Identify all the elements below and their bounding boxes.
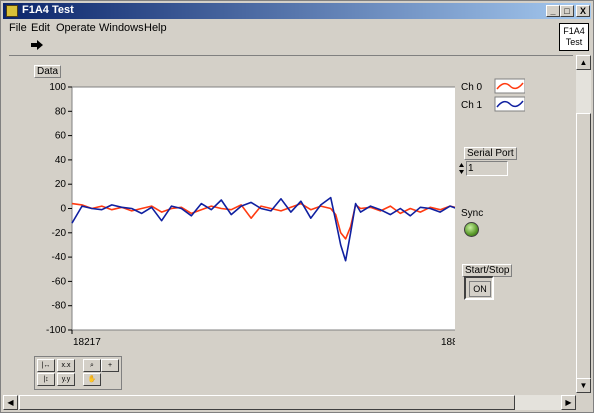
x-autoscale-button[interactable]: |↔ [37,359,55,372]
scroll-right-arrow-icon[interactable]: ▶ [561,395,576,410]
scroll-up-arrow-icon[interactable]: ▲ [576,55,591,70]
y-tick-label: -20 [52,228,67,239]
plot-legend: Ch 0 Ch 1 [461,78,525,112]
graph-label: Data [34,65,62,78]
x-end-label: 18817 [441,337,455,348]
horizontal-scroll-thumb[interactable] [19,395,515,410]
cursor-crosshair-icon[interactable]: + [101,359,119,372]
minimize-button[interactable]: _ [546,5,560,17]
sync-led-indicator [464,222,479,237]
menu-operate[interactable]: Operate [56,22,96,34]
app-icon [6,5,18,17]
vertical-scrollbar[interactable]: ▲ ▼ [576,55,591,393]
menu-file[interactable]: File [9,22,27,34]
y-tick-label: 40 [55,155,67,166]
menu-help[interactable]: Help [144,22,167,34]
y-tick-label: 0 [60,204,66,215]
horizontal-scrollbar[interactable]: ◀ ▶ [3,395,576,410]
y-tick-label: -40 [52,252,67,263]
close-button[interactable]: X [576,5,590,17]
serial-port-control[interactable]: 1 [458,161,508,176]
x-start-label: 18217 [73,337,101,348]
y-format-button[interactable]: y.y [57,373,75,386]
vi-icon-line1: F1A4 [563,26,585,36]
x-format-button[interactable]: x.x [57,359,75,372]
y-tick-label: -60 [52,276,67,287]
pan-hand-icon[interactable]: ✋ [83,373,101,386]
maximize-button[interactable]: □ [560,5,574,17]
window-title: F1A4 Test [22,4,74,16]
graph-palette: |↔ x.x |↕ y.y ⌕ + ✋ [34,356,122,390]
application-window: F1A4 Test _ □ X File Edit Operate Window… [0,0,594,413]
run-arrow-icon[interactable] [30,39,44,51]
menu-edit[interactable]: Edit [31,22,50,34]
legend-ch1-label: Ch 1 [461,100,483,111]
serial-port-label: Serial Port [464,147,517,160]
y-tick-label: 100 [49,82,66,93]
vi-icon: F1A4 Test [559,23,589,51]
menu-windows[interactable]: Windows [99,22,144,34]
increment-arrows-icon[interactable] [458,162,465,175]
y-tick-label: 60 [55,131,67,142]
scroll-left-arrow-icon[interactable]: ◀ [3,395,18,410]
y-tick-label: -80 [52,301,67,312]
y-autoscale-button[interactable]: |↕ [37,373,55,386]
start-stop-button[interactable]: ON [464,276,494,300]
sync-label: Sync [459,208,486,219]
zoom-icon[interactable]: ⌕ [83,359,101,372]
legend-ch0-label: Ch 0 [461,82,483,93]
vi-icon-line2: Test [565,37,583,47]
y-tick-label: 20 [55,179,67,190]
scroll-down-arrow-icon[interactable]: ▼ [576,378,591,393]
title-bar: F1A4 Test _ □ X [3,3,591,19]
waveform-graph[interactable]: 100 80 60 40 20 0 -20 -40 -60 -80 -100 18217 18817 [29,79,455,351]
serial-port-input[interactable]: 1 [466,161,508,176]
y-tick-label: -100 [46,325,66,336]
vertical-scroll-thumb[interactable] [576,113,591,383]
start-stop-button-text: ON [469,281,491,297]
y-tick-label: 80 [55,106,67,117]
